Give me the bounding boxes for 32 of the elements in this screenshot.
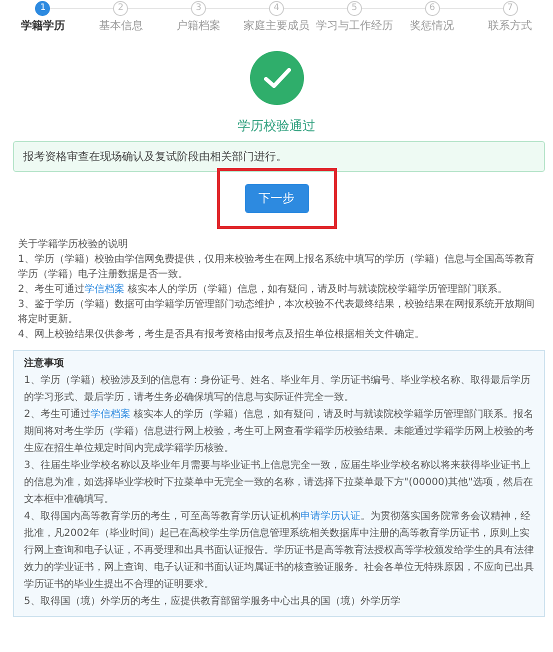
explanation-item: 4、网上校验结果仅供参考，考生是否具有报考资格由报考点及招生单位根据相关文件确定。 <box>18 328 426 342</box>
notice-item: 1、学历（学籍）校验涉及到的信息有：身份证号、姓名、毕业年月、学历证书编号、毕业学校名称、取得最后学历的学习形式、最后学历，请考生务必确保填写的信息与实际证件完全一致。 <box>24 374 532 405</box>
step-label[interactable]: 学籍学历 <box>20 18 65 33</box>
alert-message: 报考资格审查在现场确认及复试阶段由相关部门进行。 <box>13 141 545 172</box>
notice-item: 2、考生可通过学信档案 核实本人的学历（学籍）信息，如有疑问，请及时与就读院校学籍学历管理部门联系。报名期间将对考生学历（学籍）信息进行网上校验，考生可上网查看学籍学历校验结果。未能通过学籍学历网上校验的考生应在招生单位规定时间内完成学籍学历核验。 <box>24 408 535 456</box>
explanation-item: 2、考生可通过学信档案 核实本人的学历（学籍）信息，如有疑问，请及时与就读院校学籍学历管理部门联系。 <box>18 282 509 297</box>
link[interactable]: 学信档案 <box>90 409 130 420</box>
step-number: 7 <box>502 0 518 16</box>
step-number: 1 <box>35 0 50 16</box>
result-title: 学历校验通过 <box>238 118 316 135</box>
section-title: 关于学籍学历校验的说明 <box>18 238 129 252</box>
step-label[interactable]: 奖惩情况 <box>410 18 454 33</box>
notice-title: 注意事项 <box>24 356 65 371</box>
step-number: 3 <box>191 0 206 16</box>
step-number: 5 <box>346 0 362 16</box>
step-number: 4 <box>269 0 284 16</box>
check-icon <box>250 51 304 105</box>
step-label[interactable]: 户籍档案 <box>176 18 221 33</box>
step-number: 6 <box>424 0 440 16</box>
link[interactable]: 申请学历认证 <box>300 511 360 522</box>
notice-item: 5、取得国（境）外学历的考生，应提供教育部留学服务中心出具的国（境）外学历学 <box>24 594 402 609</box>
step-number: 2 <box>113 0 128 16</box>
step-label[interactable]: 联系方式 <box>488 18 532 33</box>
next-button[interactable]: 下一步 <box>244 184 308 213</box>
notice-item: 3、往届生毕业学校名称以及毕业年月需要与毕业证书上信息完全一致，应届生毕业学校名称以将来获得毕业证书上的信息为准，如选择毕业学校时下拉菜单中无完全一致的名称，请选择下拉菜单最下方"(00000)其他"选项，然后在文本框中准确填写。 <box>24 458 534 507</box>
step-label[interactable]: 学习与工作经历 <box>316 18 393 33</box>
step-label[interactable]: 家庭主要成员 <box>244 18 310 33</box>
link[interactable]: 学信档案 <box>84 284 124 295</box>
step-label[interactable]: 基本信息 <box>98 18 143 33</box>
explanation-item: 1、学历（学籍）校验由学信网免费提供，仅用来校验考生在网上报名系统中填写的学历（学籍）信息与全国高等教育学历（学籍）电子注册数据是否一致。 <box>18 252 536 282</box>
notice-item: 4、取得国内高等教育学历的考生，可至高等教育学历认证机构申请学历认证。为贯彻落实国务院常务会议精神，经批准，凡2002年（毕业时间）起已在高校学生学历信息管理系统相关数据库中注册的高等教育学历证书，原则上实行网上查询和电子认证，不再受理和出具书面认证报告。学历证书是高等教育法授权高等学校颁发给学生的具有法律效力的学业证书，网上查询、电子认证和书面认证均属证书的核查验证服务。社会各单位无特殊原因，不应向已出具学历证书的毕业生提出不合理的证明要求。 <box>24 510 535 592</box>
explanation-item: 3、鉴于学历（学籍）数据可由学籍学历管理部门动态维护，本次校验不代表最终结果，校验结果在网报系统开放期间将定时更新。 <box>18 298 536 327</box>
